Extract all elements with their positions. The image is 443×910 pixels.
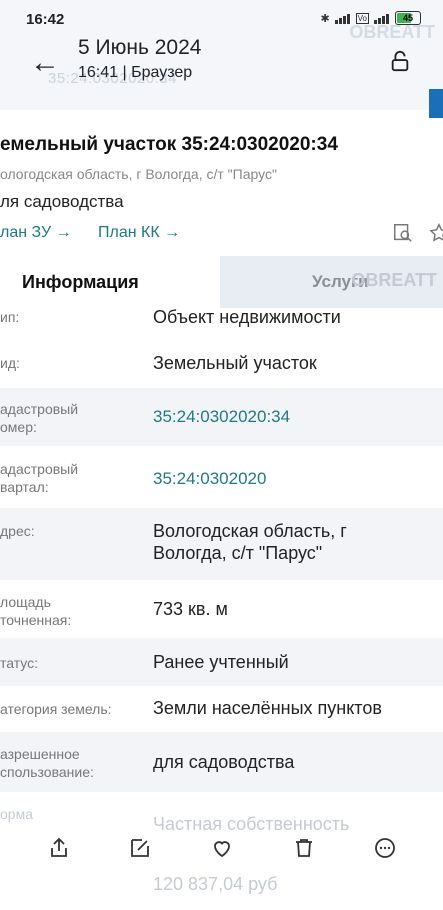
row-value: Земельный участок [153,353,317,373]
header-subtitle: 16:41 | Браузер [78,64,193,81]
heart-icon[interactable] [210,836,234,860]
row-label: ип: [0,309,20,325]
faded-label: орма [0,806,33,822]
tab-info-label: Информация [22,272,139,292]
cadastral-number-link[interactable]: 35:24:0302020:34 [153,406,290,428]
trash-icon[interactable] [292,836,316,860]
row-value: 733 кв. м [153,599,228,619]
row-value: Объект недвижимости [153,307,341,327]
row-value: Ранее учтенный [153,652,289,672]
info-row-cadastral-quarter: адастровый вартал: 35:24:0302020 [0,446,443,508]
object-use: ля садоводства [0,192,124,211]
faded-value: 120 837,04 руб [153,874,278,894]
row-value: Вологодская область, г Вологда, с/т "Пар… [153,521,347,563]
row-label: адастровый вартал: [0,461,79,495]
object-address: ологодская область, г Вологда, с/т "Пару… [0,166,277,182]
row-label: азрешенное спользование: [0,746,94,780]
plan-zu-link[interactable]: лан ЗУ → [0,224,72,242]
row-label: лощадь точненная: [0,594,72,628]
tab-bar: Информация Услуги ОВREATT [0,256,443,308]
row-label: ид: [0,355,20,371]
header-title: 5 Июнь 2024 [78,36,202,59]
info-row-cadastral-number: адастровый омер: 35:24:0302020:34 [0,388,443,446]
info-row-land-category: атегория земель: Земли населённых пункто… [0,686,443,732]
more-icon[interactable] [373,836,397,860]
info-row-status: татус: Ранее учтенный [0,638,443,686]
cadastral-quarter-link[interactable]: 35:24:0302020 [153,468,266,490]
edit-icon[interactable] [128,836,152,860]
plan-kk-link[interactable]: План КК → [98,224,180,242]
map-search-icon[interactable] [392,222,414,244]
accent-edge [429,89,443,119]
row-label: дрес: [0,523,35,539]
row-value: для садоводства [153,752,295,772]
info-row-type: ип: Объект недвижимости [0,307,443,338]
bottom-action-bar [0,826,443,870]
row-label: адастровый омер: [0,401,79,435]
bluetooth-icon: ✱ [320,12,330,25]
info-row-kind: ид: Земельный участок [0,338,443,388]
info-row-area: лощадь точненная: 733 кв. м [0,580,443,638]
signal-icon [334,12,351,24]
object-title: емельный участок 35:24:0302020:34 [0,134,338,155]
tab-info[interactable]: Информация [0,256,220,308]
row-value: Земли населённых пунктов [153,698,382,718]
row-label: татус: [0,655,39,671]
info-row-address: дрес: Вологодская область, г Вологда, с/… [0,508,443,580]
battery-level: 45 [402,13,413,23]
tab-ghost-text: ОВREATT [351,270,437,290]
lock-icon[interactable] [389,50,411,72]
viewer-header: OBREATT 35:24:0302020:34 ← 5 Июнь 2024 1… [0,22,443,110]
back-arrow-icon[interactable]: ← [30,46,60,80]
row-label: атегория земель: [0,701,112,717]
background-brand-ghost: OBREATT [349,22,435,42]
share-icon[interactable] [47,836,71,860]
info-row-permitted-use: азрешенное спользование: для садоводства [0,732,443,792]
star-icon[interactable] [428,222,443,244]
status-time: 16:42 [26,11,65,28]
